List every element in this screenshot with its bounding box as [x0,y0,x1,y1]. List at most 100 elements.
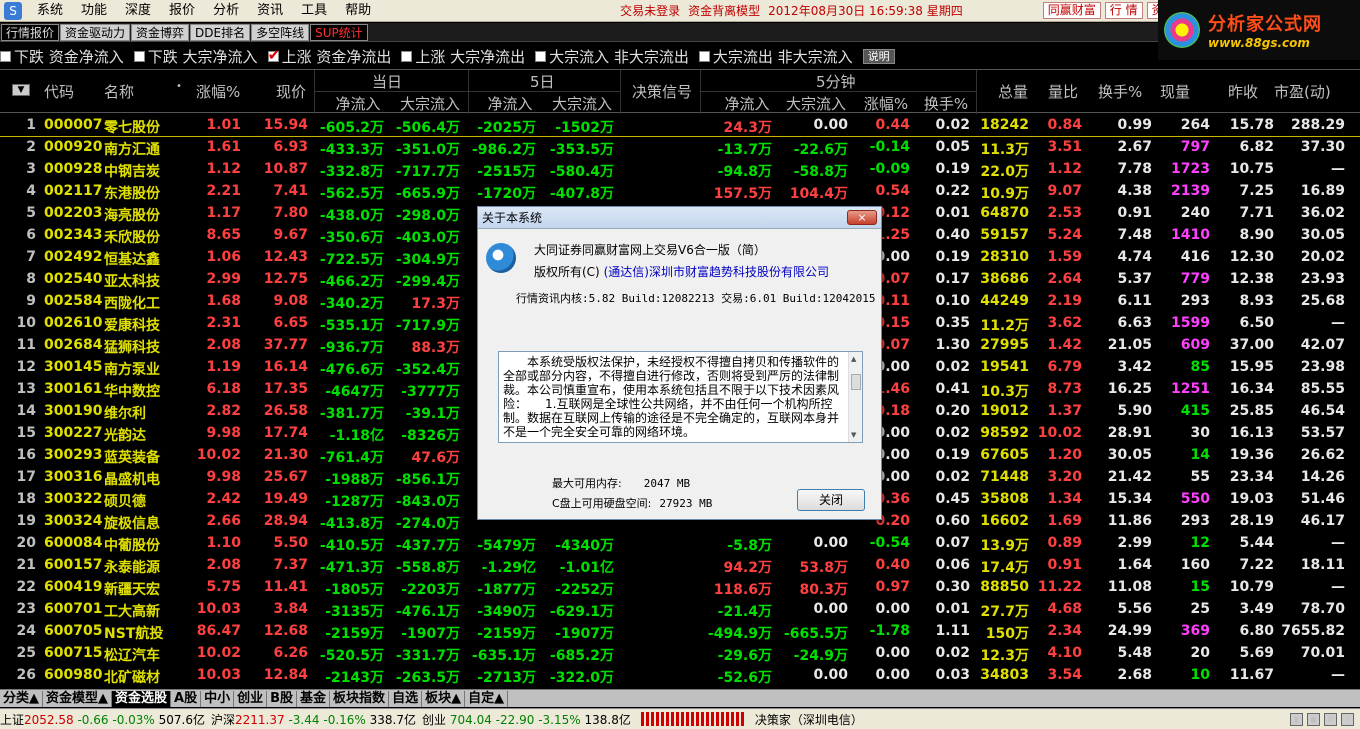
table-row[interactable]: 3 000928 中钢吉炭 1.12 10.87 -332.8万 -717.7万 -2515万… [0,159,1360,181]
disclaimer-textarea[interactable]: 本系统受版权法保护，未经授权不得擅自拷贝和传播软件的全部或部分内容，不得擅自进行… [498,351,863,443]
tab-0[interactable]: 行情报价 [1,24,60,41]
tonghuan-button[interactable]: 同赢财富 [1042,2,1101,19]
checkbox-icon[interactable] [698,50,710,62]
menu-item[interactable]: 工具 [292,0,336,22]
table-row[interactable]: 4 002117 东港股份 2.21 7.41 -562.5万 -665.9万 -1720万 -… [0,181,1360,203]
col-name[interactable]: 名称 [104,81,134,102]
filter-2[interactable]: 上涨 资金净流出 [267,46,391,67]
sh-index[interactable]: 上证2052.58 -0.66 -0.03% 507.6亿 [0,711,205,728]
dialog-titlebar[interactable]: 关于本系统 × [478,207,881,229]
col-lb[interactable]: 量比 [1048,81,1078,102]
disclaimer-scrollbar[interactable] [848,352,862,442]
info-icon[interactable]: i [1341,712,1354,726]
category-tab-7[interactable]: 基金 [297,690,331,707]
menu-item[interactable]: 资讯 [248,0,292,22]
col-today-bulk[interactable]: 大宗流入 [394,93,466,114]
col-chg[interactable]: 涨幅% [196,81,240,102]
row-index: 13 [16,381,36,397]
col-5min-bulk[interactable]: 大宗流入 [780,93,852,114]
table-row[interactable]: 25 600715 松辽汽车 10.02 6.26 -520.5万 -331.7万 -635.… [0,643,1360,665]
explain-button[interactable]: 说明 [862,48,895,64]
col-xl[interactable]: 现量 [1160,81,1190,102]
category-tab-8[interactable]: 板块指数 [330,690,390,707]
menu-item[interactable]: 深度 [116,0,160,22]
filter-0[interactable]: 下跌 资金净流入 [0,46,124,67]
tab-5[interactable]: SUP统计 [310,24,368,41]
category-tab-10[interactable]: 板块▲ [422,690,466,707]
alarm-icon[interactable]: ● [1307,712,1320,726]
category-tab-3[interactable]: A股 [171,690,202,707]
stock-code: 002610 [44,315,103,331]
checkbox-icon[interactable] [133,50,145,62]
table-row[interactable]: 22 600419 新疆天宏 5.75 11.41 -1805万 -2203万 -1877万 -… [0,577,1360,599]
settings-icon[interactable]: ⚙ [1324,712,1337,726]
logo-title: 分析家公式网 [1208,14,1322,35]
category-tab-6[interactable]: B股 [267,690,298,707]
col-signal[interactable]: 决策信号 [632,81,692,102]
table-row[interactable]: 23 600701 工大高新 10.03 3.84 -3135万 -476.1万 -3490万… [0,599,1360,621]
price: 16.14 [263,359,308,375]
volume: 98592 [980,425,1029,441]
scroll-thumb[interactable] [851,374,861,390]
current-volume: 15 [1190,579,1210,595]
app-icon[interactable]: S [4,1,22,20]
col-sy[interactable]: 市盈(动) [1274,81,1331,102]
col-5day-bulk[interactable]: 大宗流入 [546,93,618,114]
menu-item[interactable]: 系统 [28,0,72,22]
col-price[interactable]: 现价 [276,81,306,102]
menu-item[interactable]: 功能 [72,0,116,22]
category-tab-5[interactable]: 创业 [234,690,268,707]
tab-1[interactable]: 资金驱动力 [60,24,131,41]
category-tab-9[interactable]: 自选 [389,690,423,707]
view-tabs: 行情报价 资金驱动力 资金博弈 DDE排名 多空阵线 SUP统计 [0,23,1158,42]
table-row[interactable]: 1 000007 零七股份 1.01 15.94 -605.2万 -506.4万 -2025万… [0,115,1360,137]
login-status: 交易未登录 [620,4,681,18]
category-tab-0[interactable]: 分类▲ [0,690,43,707]
category-tab-2[interactable]: 资金选股 [112,690,172,707]
col-5min-net[interactable]: 净流入 [714,93,780,114]
checkbox-icon[interactable] [0,50,11,62]
checkbox-icon[interactable] [267,46,280,64]
table-row[interactable]: 21 600157 永泰能源 2.08 7.37 -471.3万 -558.8万 -1.29亿… [0,555,1360,577]
volume: 38686 [980,271,1029,287]
volume-ratio: 11.22 [1037,579,1082,595]
table-row[interactable]: 2 000920 南方汇通 1.61 6.93 -433.3万 -351.0万 -986.2万… [0,137,1360,159]
col-hs[interactable]: 换手% [1098,81,1142,102]
category-tab-1[interactable]: 资金模型▲ [43,690,112,707]
col-5min-chg[interactable]: 涨幅% [860,93,912,114]
decision-server[interactable]: 决策家（深圳电信） [755,711,863,728]
col-5day-net[interactable]: 净流入 [474,93,546,114]
category-tab-11[interactable]: 自定▲ [465,690,509,707]
close-button[interactable]: 关闭 [797,489,865,511]
menu-item[interactable]: 报价 [160,0,204,22]
category-tab-4[interactable]: 中小 [201,690,235,707]
menu-item[interactable]: 帮助 [336,0,380,22]
tab-4[interactable]: 多空阵线 [251,24,310,41]
tab-3[interactable]: DDE排名 [190,24,251,41]
min5-change: 0.44 [875,117,910,133]
volume: 71448 [980,469,1029,485]
col-5min-hs[interactable]: 换手% [920,93,972,114]
filter-1[interactable]: 下跌 大宗净流入 [133,46,258,67]
tab-2[interactable]: 资金博弈 [131,24,190,41]
signal-icon[interactable]: ▮ [1290,712,1303,726]
col-code[interactable]: 代码 [44,81,74,102]
menu-item[interactable]: 分析 [204,0,248,22]
col-vol[interactable]: 总量 [998,81,1028,102]
col-zs[interactable]: 昨收 [1228,81,1258,102]
filter-5[interactable]: 大宗流出 非大宗流入 [698,46,853,67]
quote-button[interactable]: 行 情 [1104,2,1143,19]
checkbox-icon[interactable] [535,50,547,62]
table-row[interactable]: 24 600705 NST航投 86.47 12.68 -2159万 -1907万 -2159… [0,621,1360,643]
sort-dropdown-icon[interactable]: ▼ [12,84,30,96]
checkbox-icon[interactable] [401,50,413,62]
close-icon[interactable]: × [847,210,877,225]
filter-4[interactable]: 大宗流入 非大宗流出 [535,46,689,67]
table-row[interactable]: 20 600084 中葡股份 1.10 5.50 -410.5万 -437.7万 -5479万… [0,533,1360,555]
sh-change: -0.66 [77,712,109,727]
table-row[interactable]: 26 600980 北矿磁材 10.03 12.84 -2143万 -263.5万 -2713… [0,665,1360,687]
cy-index[interactable]: 创业 704.04 -22.90 -3.15% 138.8亿 [422,711,631,728]
filter-3[interactable]: 上涨 大宗净流出 [401,46,525,67]
col-today-net[interactable]: 净流入 [322,93,394,114]
sz-index[interactable]: 沪深2211.37 -3.44 -0.16% 338.7亿 [211,711,416,728]
